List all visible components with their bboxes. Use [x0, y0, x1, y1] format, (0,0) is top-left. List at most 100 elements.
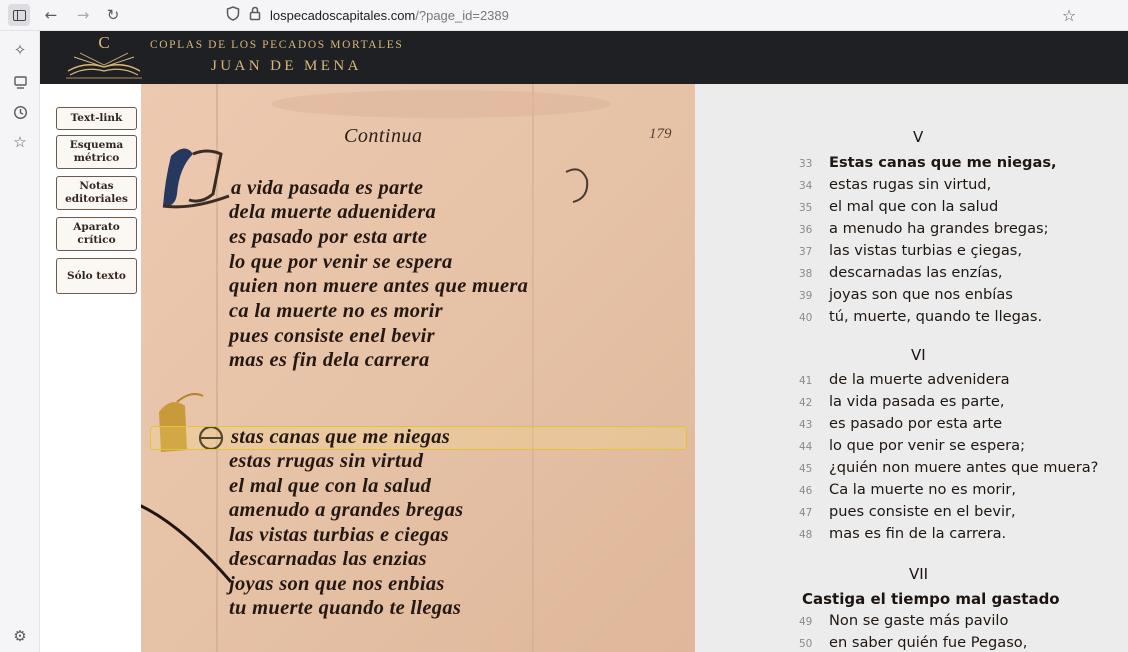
verse-line[interactable]: 36 a menudo ha grandes bregas; [799, 220, 1049, 242]
verse-text: ¿quién non muere antes que muera? [829, 459, 1099, 476]
site-supertitle[interactable]: COPLAS DE LOS PECADOS MORTALES [150, 39, 403, 51]
manuscript-line: tu muerte quando te llegas [229, 597, 462, 619]
verse-number: 34 [799, 180, 813, 192]
sparkle-icon[interactable]: ✧ [9, 39, 31, 61]
browser-sidebar: ✧ ☆ ⚙ [0, 31, 40, 652]
manuscript-line: quien non muere antes que muera [229, 275, 529, 297]
manuscript-line: mas es fin dela carrera [229, 349, 430, 371]
verse-text: tú, muerte, quando te llegas. [829, 308, 1043, 325]
verse-line[interactable]: 35 el mal que con la salud [799, 198, 998, 220]
settings-gear-icon[interactable]: ⚙ [9, 625, 31, 647]
browser-toolbar: ← → ↻ lospecadoscapitales.com/?page_id=2… [0, 0, 1128, 31]
lock-icon[interactable] [249, 6, 261, 25]
bookmarks-star-icon[interactable]: ☆ [9, 131, 31, 153]
site-logo[interactable]: C [60, 31, 148, 84]
manuscript-page-number: 179 [649, 126, 672, 142]
stanza-title: VII [909, 565, 929, 583]
critical-apparatus-button[interactable]: Aparato crítico [56, 217, 137, 251]
manuscript-line: el mal que con la salud [229, 475, 432, 497]
back-arrow-icon[interactable]: ← [40, 4, 62, 26]
editorial-notes-button[interactable]: Notas editoriales [56, 176, 137, 210]
verse-line[interactable]: 37 las vistas turbias e çiegas, [799, 242, 1022, 264]
stanza-caption: Castiga el tiempo mal gastado [802, 590, 1060, 608]
star-icon[interactable]: ☆ [1058, 4, 1080, 26]
verse-text: Ca la muerte no es morir, [829, 481, 1017, 498]
verse-number: 37 [799, 246, 813, 258]
stanza-title: V [913, 128, 924, 146]
verse-text: en saber quién fue Pegaso, [829, 634, 1028, 651]
verse-text: a menudo ha grandes bregas; [829, 220, 1049, 237]
verse-line[interactable]: 45 ¿quién non muere antes que muera? [799, 459, 1098, 481]
sync-icon[interactable] [9, 71, 31, 93]
main-content: Text-link Esquema métrico Notas editoria… [40, 84, 1128, 652]
verse-number: 46 [799, 485, 813, 497]
forward-arrow-icon[interactable]: → [72, 4, 94, 26]
verse-number: 45 [799, 463, 813, 475]
verse-text: mas es fin de la carrera. [829, 525, 1007, 542]
manuscript-line: dela muerte aduenidera [229, 201, 437, 223]
verse-number: 50 [799, 638, 813, 650]
stanza-title: VI [911, 346, 926, 364]
text-only-button[interactable]: Sólo texto [56, 258, 137, 294]
manuscript-line: amenudo a grandes bregas [229, 499, 464, 521]
site-header: C COPLAS DE LOS PECADOS MORTALES JUAN DE… [40, 31, 1128, 84]
verse-line[interactable]: 33 Estas canas que me niegas, [799, 154, 1057, 176]
verse-line[interactable]: 41 de la muerte advenidera [799, 371, 1010, 393]
url-host: lospecadoscapitales.com [270, 8, 416, 23]
verse-text: las vistas turbias e çiegas, [829, 242, 1023, 259]
shield-icon[interactable] [226, 6, 240, 25]
verse-line[interactable]: 34 estas rugas sin virtud, [799, 176, 991, 198]
edition-text-panel: V 33 Estas canas que me niegas, 34 estas r… [695, 84, 1128, 652]
manuscript-line: a vida pasada es parte [231, 177, 424, 199]
verse-line[interactable]: 42 la vida pasada es parte, [799, 393, 1005, 415]
verse-text: lo que por venir se espera; [829, 437, 1026, 454]
verse-text: la vida pasada es parte, [829, 393, 1005, 410]
manuscript-line: joyas son que nos enbias [229, 573, 445, 595]
manuscript-line: descarnadas las enzias [229, 548, 427, 570]
verse-line[interactable]: 38 descarnadas las enzías, [799, 264, 1003, 286]
verse-number: 36 [799, 224, 813, 236]
verse-number: 49 [799, 616, 813, 628]
verse-line[interactable]: 39 joyas son que nos enbías [799, 286, 1013, 308]
verse-line[interactable]: 47 pues consiste en el bevir, [799, 503, 1016, 525]
history-icon[interactable] [9, 101, 31, 123]
verse-line[interactable]: 43 es pasado por esta arte [799, 415, 1002, 437]
verse-line[interactable]: 50 en saber quién fue Pegaso, [799, 634, 1027, 652]
verse-number: 35 [799, 202, 813, 214]
verse-number: 39 [799, 290, 813, 302]
verse-text: es pasado por esta arte [829, 415, 1003, 432]
verse-number: 33 [799, 158, 813, 170]
verse-text: Estas canas que me niegas, [829, 154, 1057, 171]
verse-text: de la muerte advenidera [829, 371, 1010, 388]
manuscript-line: stas canas que me niegas [231, 426, 451, 448]
verse-line[interactable]: 46 Ca la muerte no es morir, [799, 481, 1016, 503]
sidebar-toggle-icon[interactable] [8, 4, 30, 26]
verse-number: 43 [799, 419, 813, 431]
manuscript-image[interactable]: 179 Continua a vida pasada es parte dela… [141, 84, 695, 652]
verse-line[interactable]: 49 Non se gaste más pavilo [799, 612, 1008, 634]
verse-number: 42 [799, 397, 813, 409]
manuscript-line: las vistas turbias e ciegas [229, 524, 449, 546]
verse-line[interactable]: 40 tú, muerte, quando te llegas. [799, 308, 1042, 330]
verse-text: el mal que con la salud [829, 198, 999, 215]
verse-text: pues consiste en el bevir, [829, 503, 1016, 520]
manuscript-line: pues consiste enel bevir [229, 325, 435, 347]
verse-text: descarnadas las enzías, [829, 264, 1003, 281]
verse-number: 44 [799, 441, 813, 453]
manuscript-line: lo que por venir se espera [229, 251, 453, 273]
manuscript-line: es pasado por esta arte [229, 226, 428, 248]
verse-number: 38 [799, 268, 813, 280]
manuscript-heading: Continua [344, 125, 423, 147]
manuscript-line: ca la muerte no es morir [229, 300, 443, 322]
reload-icon[interactable]: ↻ [102, 4, 124, 26]
verse-number: 41 [799, 375, 813, 387]
site-author[interactable]: JUAN DE MENA [211, 58, 362, 75]
verse-text: joyas son que nos enbías [829, 286, 1013, 303]
svg-text:C: C [98, 33, 109, 52]
verse-number: 40 [799, 312, 813, 324]
verse-line[interactable]: 44 lo que por venir se espera; [799, 437, 1025, 459]
address-bar[interactable]: lospecadoscapitales.com/?page_id=2389 [226, 3, 1086, 28]
metric-scheme-button[interactable]: Esquema métrico [56, 135, 137, 169]
verse-line[interactable]: 48 mas es fin de la carrera. [799, 525, 1006, 547]
text-link-button[interactable]: Text-link [56, 107, 137, 130]
